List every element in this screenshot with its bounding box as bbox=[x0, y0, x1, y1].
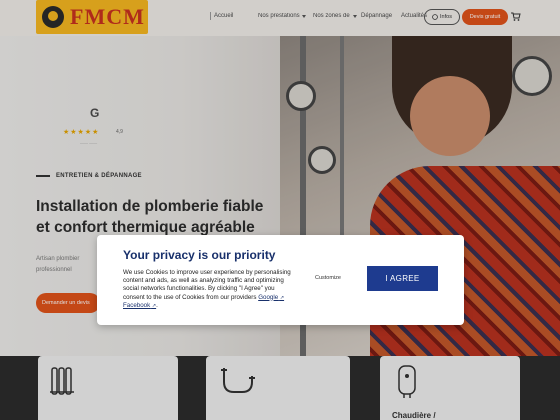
facebook-link-label: Facebook bbox=[123, 301, 151, 309]
external-link-icon: ↗ bbox=[279, 294, 285, 301]
privacy-dialog: Your privacy is our priority We use Cook… bbox=[97, 235, 464, 325]
agree-button[interactable]: I AGREE bbox=[367, 266, 438, 291]
google-link-label: Google bbox=[258, 293, 279, 301]
customize-button[interactable]: Customize bbox=[315, 275, 341, 281]
privacy-title: Your privacy is our priority bbox=[123, 248, 276, 262]
facebook-link[interactable]: Facebook ↗ bbox=[123, 302, 156, 309]
external-link-icon: ↗ bbox=[151, 302, 157, 309]
modal-backdrop bbox=[0, 0, 560, 420]
google-link[interactable]: Google ↗ bbox=[258, 294, 284, 301]
privacy-body: We use Cookies to improve user experienc… bbox=[123, 269, 291, 309]
